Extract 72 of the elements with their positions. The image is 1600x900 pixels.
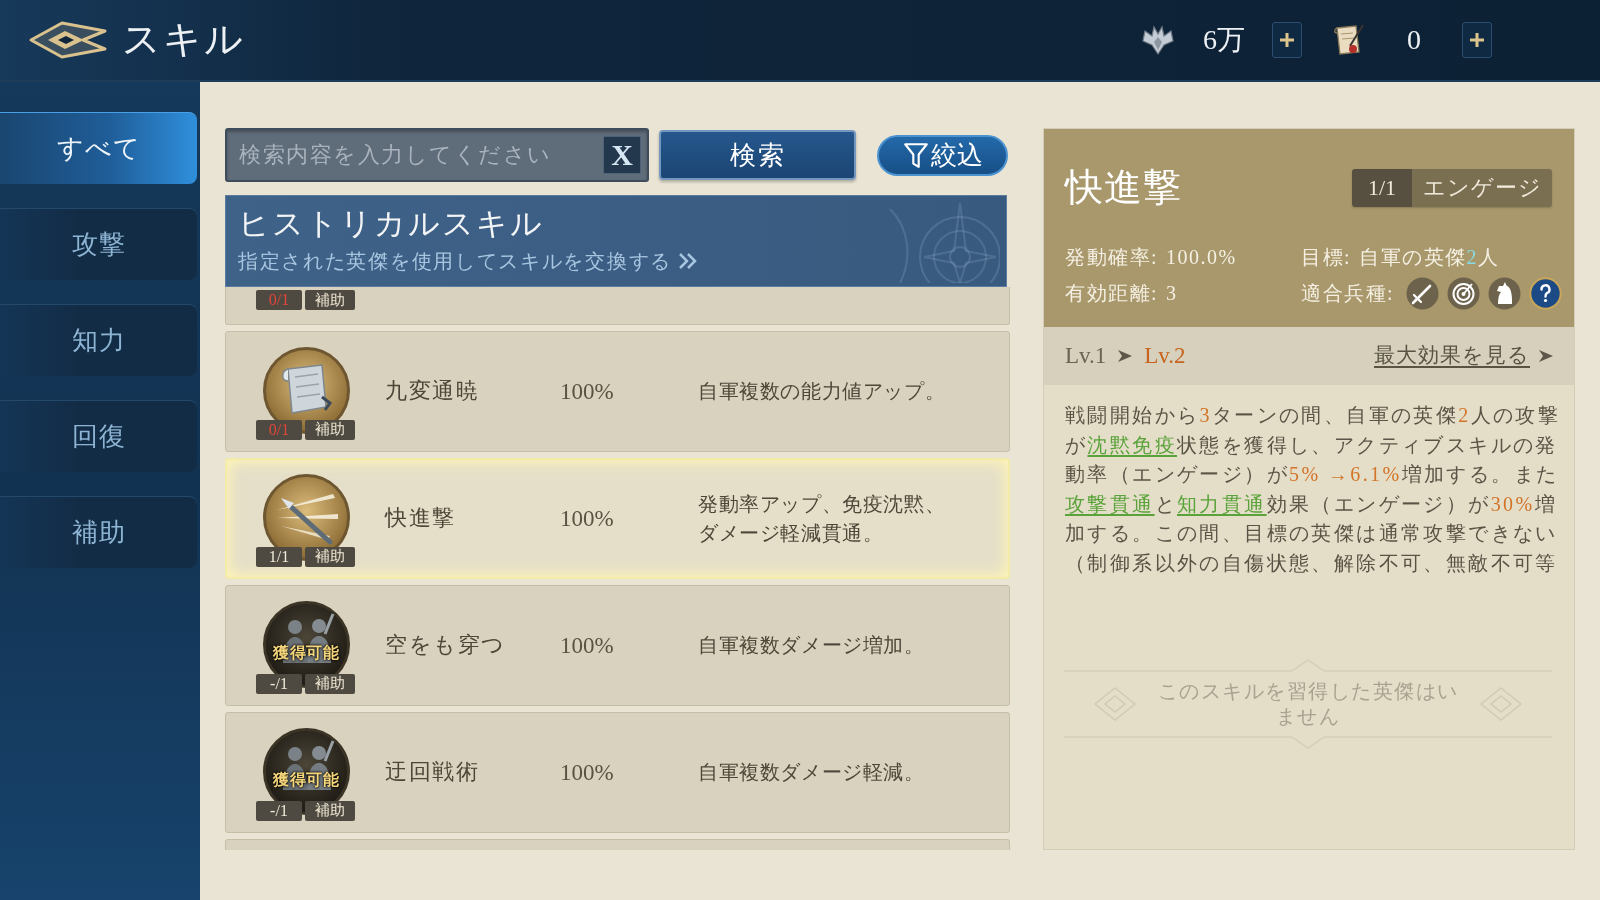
skill-effect: 自軍複数ダメージ軽減。 <box>698 760 925 785</box>
skill-name: 空をも穿つ <box>385 632 506 659</box>
sidebar-tab[interactable]: 回復 <box>0 400 197 472</box>
stat-label: 適合兵種: <box>1301 281 1395 305</box>
category-tag: 補助 <box>305 546 355 567</box>
stat-label: 発動確率: <box>1065 245 1159 269</box>
level-next: Lv.2 <box>1144 342 1186 370</box>
page-title: スキル <box>122 17 245 63</box>
stat-value: 100.0% <box>1166 245 1237 269</box>
max-effect-link[interactable]: 最大効果を見る <box>1374 342 1530 370</box>
banner-title: ヒストリカルスキル <box>238 205 544 243</box>
stat-value: 3 <box>1166 281 1178 305</box>
currency-amount: 6万 <box>1203 23 1245 57</box>
category-tag: 補助 <box>305 290 355 310</box>
skill-name: 迂回戦術 <box>385 759 479 786</box>
obtainable-label: 獲得可能 <box>273 642 339 662</box>
category-tag: 補助 <box>305 419 355 440</box>
skill-rate: 100% <box>560 758 614 787</box>
plus-icon <box>1469 32 1485 48</box>
plus-icon <box>1279 32 1295 48</box>
skill-description: 戦闘開始から 3 ターンの間、自軍の英傑2人の攻撃が沈黙免疫状態を獲得し、アクティブスキルの発動率（エンゲージ）が5% →6.1%増加する。また 攻撃貫通 と 知力貫通効果（エンゲージ）が30%増加する。この間、目標の英傑は通常攻撃できない（制御系以外の自傷状態、解除不可、無敵不可等 <box>1064 403 1562 576</box>
empty-note: このスキルを習得した英傑はいません <box>1156 679 1460 729</box>
skill-row[interactable]: 0/1 補助 <box>225 287 1010 325</box>
skill-effect: 自軍複数ダメージ増加。 <box>698 633 925 658</box>
search-button[interactable]: 検索 <box>659 130 856 180</box>
sidebar-tab[interactable]: 攻撃 <box>0 208 197 280</box>
skill-name: 快進撃 <box>385 505 456 532</box>
diamond-ornament-icon <box>1092 686 1138 722</box>
category-tag: 補助 <box>305 800 355 821</box>
stat-label: 目標: <box>1301 245 1352 269</box>
skill-rate: 100% <box>560 377 614 406</box>
skill-row[interactable]: 獲得可能 -/1 補助 迂回戦術 100% 自軍複数ダメージ軽減。 <box>225 712 1010 833</box>
sidebar-tab[interactable]: 補助 <box>0 496 197 568</box>
target-icon <box>1447 276 1481 310</box>
double-chevron-icon <box>678 251 698 271</box>
currency-amount: 0 <box>1407 23 1421 57</box>
skill-rate: 100% <box>560 504 614 533</box>
skill-row[interactable]: 0/1 補助 九変通暁 100% 自軍複数の能力値アップ。 <box>225 331 1010 452</box>
level-current: Lv.1 <box>1065 342 1107 370</box>
exchange-link[interactable]: 指定された英傑を使用してスキルを交換する <box>238 246 698 276</box>
skill-row[interactable]: 1/1 補助 快進撃 100% 発動率アップ、免疫沈黙、ダメージ軽減貫通。 <box>225 458 1010 579</box>
skill-name: 九変通暁 <box>385 378 479 405</box>
add-button[interactable] <box>1462 22 1492 58</box>
horse-icon <box>1488 276 1522 310</box>
skill-effect: 自軍複数の能力値アップ。 <box>698 379 946 404</box>
owned-count: -/1 <box>256 800 302 821</box>
skill-title: 快進撃 <box>1065 165 1182 211</box>
sidebar-tab[interactable]: すべて <box>0 112 197 184</box>
stat-label: 有効距離: <box>1065 281 1159 305</box>
owned-count: 1/1 <box>1352 169 1412 207</box>
skill-rate: 100% <box>560 631 614 660</box>
skill-row[interactable]: 獲得可能 -/1 補助 空をも穿つ 100% 自軍複数ダメージ増加。 <box>225 585 1010 706</box>
filter-icon <box>902 141 929 169</box>
arrow-icon <box>1538 348 1554 364</box>
filter-button[interactable]: 絞込 <box>877 134 1008 176</box>
question-icon[interactable] <box>1529 276 1563 310</box>
diamond-ornament-icon <box>1478 686 1524 722</box>
add-button[interactable] <box>1272 22 1302 58</box>
clear-button[interactable]: X <box>603 136 641 174</box>
owned-count: 1/1 <box>256 546 302 567</box>
owned-count: 0/1 <box>256 290 302 310</box>
owned-count: 0/1 <box>256 419 302 440</box>
obtainable-label: 獲得可能 <box>273 769 339 789</box>
stat-value: 自軍の英傑2人 <box>1359 245 1500 269</box>
category-tag: 補助 <box>305 673 355 694</box>
sidebar-tab[interactable]: 知力 <box>0 304 197 376</box>
arrow-icon <box>1117 348 1134 364</box>
search-field[interactable]: 検索内容を入力してください X <box>225 128 649 182</box>
skill-effect: 発動率アップ、免疫沈黙、ダメージ軽減貫通。 <box>698 491 947 546</box>
owned-count: -/1 <box>256 673 302 694</box>
skill-type-tag: エンゲージ <box>1412 169 1552 207</box>
sword-icon <box>1406 276 1440 310</box>
